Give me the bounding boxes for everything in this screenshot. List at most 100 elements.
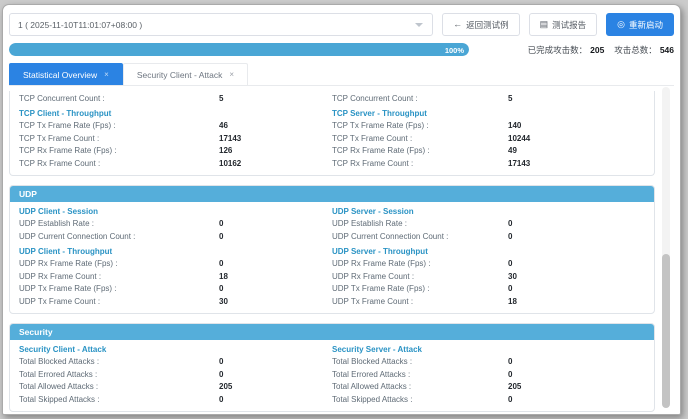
stat-value: 126 [219,146,232,155]
stat-label: TCP Tx Frame Rate (Fps) : [19,121,219,130]
toolbar: 1 ( 2025-11-10T11:01:07+08:00 ) ← 返回测试例 … [3,5,680,38]
restart-icon: ◎ [617,20,625,29]
stat-label: UDP Rx Frame Rate (Fps) : [19,259,219,268]
stat-label: TCP Rx Frame Count : [19,159,219,168]
stat-row: UDP Establish Rate :0 [19,218,332,231]
stat-label: UDP Current Connection Count : [332,232,508,241]
total-attacks-value: 546 [660,45,674,55]
stat-value: 5 [219,94,223,103]
stat-label: Total Allowed Attacks : [19,382,219,391]
stat-row: UDP Current Connection Count :0 [332,230,645,243]
stat-row: UDP Rx Frame Count :30 [332,270,645,283]
stat-value: 30 [508,272,517,281]
section-body-security: Security Client - AttackTotal Blocked At… [10,340,654,411]
group-header: UDP Server - Throughput [332,243,645,258]
group-header: UDP Client - Session [19,203,332,218]
stat-row: TCP Tx Frame Count :17143 [19,132,332,145]
stat-value: 0 [219,357,223,366]
stat-row: Total Skipped Attacks :0 [19,393,332,406]
stat-value: 46 [219,121,228,130]
stat-value: 49 [508,146,517,155]
stat-row: TCP Tx Frame Rate (Fps) :140 [332,120,645,133]
section-card-tcp: TCP Concurrent Count :5TCP Client - Thro… [9,91,655,176]
back-to-testcase-button[interactable]: ← 返回测试例 [442,13,520,36]
section-card-udp: UDPUDP Client - SessionUDP Establish Rat… [9,185,655,314]
stat-value: 140 [508,121,521,130]
document-icon: ▤ [540,20,549,29]
stat-row: TCP Rx Frame Rate (Fps) :49 [332,145,645,158]
group-header: Security Client - Attack [19,341,332,356]
card-security-server-column: Security Server - AttackTotal Blocked At… [332,341,645,406]
stat-label: UDP Current Connection Count : [19,232,219,241]
stat-row: TCP Rx Frame Count :10162 [19,157,332,170]
stat-label: TCP Rx Frame Count : [332,159,508,168]
stat-value: 10244 [508,134,530,143]
restart-label: 重新启动 [629,19,663,31]
stat-label: UDP Establish Rate : [19,219,219,228]
stat-label: UDP Tx Frame Rate (Fps) : [332,284,508,293]
completed-attacks-value: 205 [590,45,604,55]
group-header: Security Server - Attack [332,341,645,356]
section-body-udp: UDP Client - SessionUDP Establish Rate :… [10,202,654,313]
stat-value: 18 [219,272,228,281]
tab-security-client-attack-label: Security Client - Attack [137,70,223,80]
test-report-button[interactable]: ▤ 测试报告 [529,13,598,36]
stat-label: TCP Tx Frame Rate (Fps) : [332,121,508,130]
stat-value: 0 [219,232,223,241]
group-header: TCP Client - Throughput [19,105,332,120]
tab-security-client-attack[interactable]: Security Client - Attack × [123,63,248,85]
restart-button[interactable]: ◎ 重新启动 [606,13,674,36]
chevron-down-icon [415,23,423,27]
group-header: UDP Server - Session [332,203,645,218]
stat-label: UDP Tx Frame Count : [332,297,508,306]
section-body-tcp: TCP Concurrent Count :5TCP Client - Thro… [10,91,654,175]
progress-percent: 100% [445,46,464,55]
stat-row: UDP Tx Frame Rate (Fps) :0 [19,283,332,296]
stat-value: 0 [219,370,223,379]
stat-label: Total Allowed Attacks : [332,382,508,391]
stat-label: UDP Establish Rate : [332,219,508,228]
stat-label: Total Skipped Attacks : [332,395,508,404]
stat-label: Total Errored Attacks : [19,370,219,379]
section-title-security: Security [10,324,654,340]
stat-value: 17143 [219,134,241,143]
stat-label: UDP Rx Frame Rate (Fps) : [332,259,508,268]
completed-attacks-label: 已完成攻击数： [528,44,588,56]
arrow-left-icon: ← [453,20,462,29]
close-icon[interactable]: × [229,70,234,79]
card-udp-client-column: UDP Client - SessionUDP Establish Rate :… [19,203,332,308]
stat-row: TCP Concurrent Count :5 [332,92,645,105]
group-header: TCP Server - Throughput [332,105,645,120]
close-icon[interactable]: × [104,70,109,79]
test-run-select[interactable]: 1 ( 2025-11-10T11:01:07+08:00 ) [9,13,433,36]
stat-row: UDP Tx Frame Count :30 [19,295,332,308]
stat-value: 205 [219,382,232,391]
stat-label: Total Blocked Attacks : [332,357,508,366]
card-udp-server-column: UDP Server - SessionUDP Establish Rate :… [332,203,645,308]
stat-value: 0 [508,357,512,366]
progress-bar: 100% [9,43,469,56]
section-title-udp: UDP [10,186,654,202]
app-window: 1 ( 2025-11-10T11:01:07+08:00 ) ← 返回测试例 … [2,4,681,415]
stat-row: UDP Rx Frame Count :18 [19,270,332,283]
vertical-scrollbar[interactable] [662,87,670,408]
test-report-label: 测试报告 [552,19,586,31]
stat-row: TCP Rx Frame Rate (Fps) :126 [19,145,332,158]
tab-statistical-overview[interactable]: Statistical Overview × [9,63,123,85]
stat-row: UDP Tx Frame Rate (Fps) :0 [332,283,645,296]
stat-value: 0 [219,259,223,268]
stat-value: 0 [219,284,223,293]
card-tcp-client-column: TCP Concurrent Count :5TCP Client - Thro… [19,92,332,170]
stat-row: Total Errored Attacks :0 [19,368,332,381]
progress-fill: 100% [9,43,469,56]
stat-row: TCP Tx Frame Count :10244 [332,132,645,145]
stat-label: UDP Tx Frame Rate (Fps) : [19,284,219,293]
stat-value: 0 [219,395,223,404]
tab-bar: Statistical Overview × Security Client -… [9,63,674,86]
stat-value: 0 [508,284,512,293]
content-cards: TCP Concurrent Count :5TCP Client - Thro… [3,86,680,412]
test-run-select-value: 1 ( 2025-11-10T11:01:07+08:00 ) [18,20,142,30]
stat-value: 5 [508,94,512,103]
stat-value: 17143 [508,159,530,168]
scrollbar-thumb[interactable] [662,254,670,408]
